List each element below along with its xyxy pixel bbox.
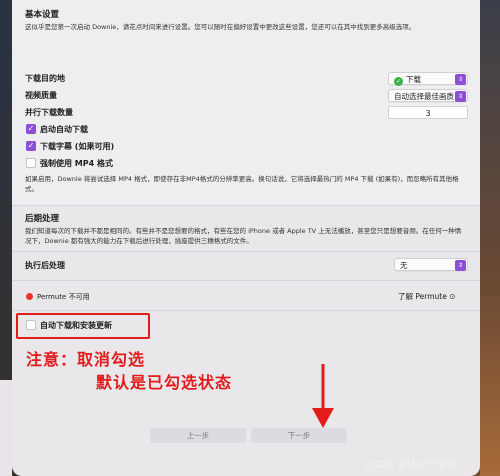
learn-permute-link[interactable]: 了解 Permute ⊙ xyxy=(398,292,456,302)
next-button[interactable]: 下一步 xyxy=(251,428,347,443)
force-mp4-description: 如果启用，Downie 将尝试选择 MP4 格式，即使存在非MP4格式的分辨率更… xyxy=(25,175,459,193)
back-button[interactable]: 上一步 xyxy=(150,428,246,443)
learn-permute-text: 了解 Permute xyxy=(398,292,447,301)
post-process-action-popup[interactable]: 无 ⇕ xyxy=(394,258,468,271)
video-quality-label: 视频质量 xyxy=(25,91,57,100)
post-process-action-value: 无 xyxy=(400,261,408,270)
chevron-updown-icon: ⇕ xyxy=(455,91,466,102)
chevron-updown-icon: ⇕ xyxy=(455,74,466,85)
subtitles-checkbox[interactable]: ✓ xyxy=(26,141,36,151)
video-quality-popup[interactable]: 自动选择最佳画质 ⇕ xyxy=(388,89,468,102)
post-process-action-label: 执行后处理 xyxy=(25,261,65,270)
divider xyxy=(12,310,480,311)
autostart-checkbox[interactable]: ✓ xyxy=(26,124,36,134)
basic-settings-section: 基本设置 这似乎是您第一次启动 Downie，请花点时间来进行设置。您可以随时在… xyxy=(12,0,480,206)
desktop-wallpaper xyxy=(480,0,500,476)
background-window-edge xyxy=(0,380,12,476)
download-destination-value: 下载 xyxy=(406,75,421,84)
setup-window: 基本设置 这似乎是您第一次启动 Downie，请花点时间来进行设置。您可以随时在… xyxy=(12,0,480,476)
basic-settings-description: 这似乎是您第一次启动 Downie，请花点时间来进行设置。您可以随时在偏好设置中… xyxy=(25,23,416,31)
annotation-line-2: 默认是已勾选状态 xyxy=(96,373,233,392)
download-destination-label: 下载目的地 xyxy=(25,74,65,83)
annotation-arrow-icon xyxy=(312,364,334,428)
divider xyxy=(12,280,480,281)
divider xyxy=(12,251,480,252)
download-destination-popup[interactable]: ✓ 下载 ⇕ xyxy=(388,72,468,86)
force-mp4-checkbox[interactable] xyxy=(26,158,36,168)
permute-status-text: Permute 不可用 xyxy=(37,293,90,301)
subtitles-label: 下载字幕 (如果可用) xyxy=(40,142,115,151)
status-dot-icon xyxy=(26,293,33,300)
video-quality-value: 自动选择最佳画质 xyxy=(394,92,454,101)
watermark: CSDN @Mac分享吧 xyxy=(365,460,457,471)
post-processing-description: 我们知道每次的下载并不都是相同的。有些并不是您想要的格式，有些在您的 iPhon… xyxy=(25,227,462,245)
parallel-downloads-field[interactable]: 3 xyxy=(388,106,468,119)
annotation-line-1: 注意：取消勾选 xyxy=(26,350,146,369)
arrow-circle-right-icon: ⊙ xyxy=(449,292,456,301)
chevron-updown-icon: ⇕ xyxy=(455,260,466,271)
parallel-downloads-label: 并行下载数量 xyxy=(25,108,73,117)
force-mp4-label: 强制使用 MP4 格式 xyxy=(40,159,113,168)
autostart-label: 启动自动下载 xyxy=(40,125,88,134)
permute-status: Permute 不可用 xyxy=(26,292,90,302)
basic-settings-heading: 基本设置 xyxy=(25,10,60,20)
annotation-highlight-box xyxy=(16,313,150,339)
post-processing-heading: 后期处理 xyxy=(25,214,60,224)
folder-icon: ✓ xyxy=(394,77,403,86)
